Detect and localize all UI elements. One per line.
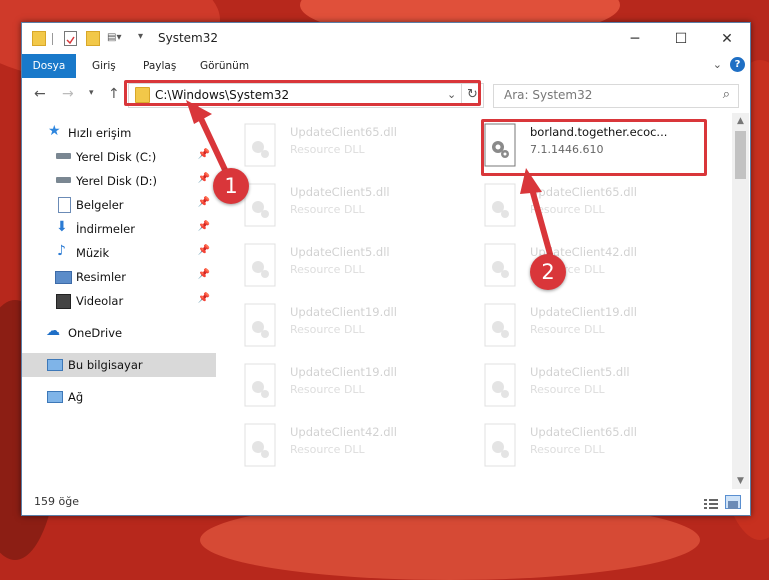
arrow-2-head (520, 168, 542, 194)
step-badge-2: 2 (530, 254, 566, 290)
step-badge-1: 1 (213, 168, 249, 204)
arrow-1-head (186, 100, 212, 124)
annotation-arrows (186, 100, 553, 257)
